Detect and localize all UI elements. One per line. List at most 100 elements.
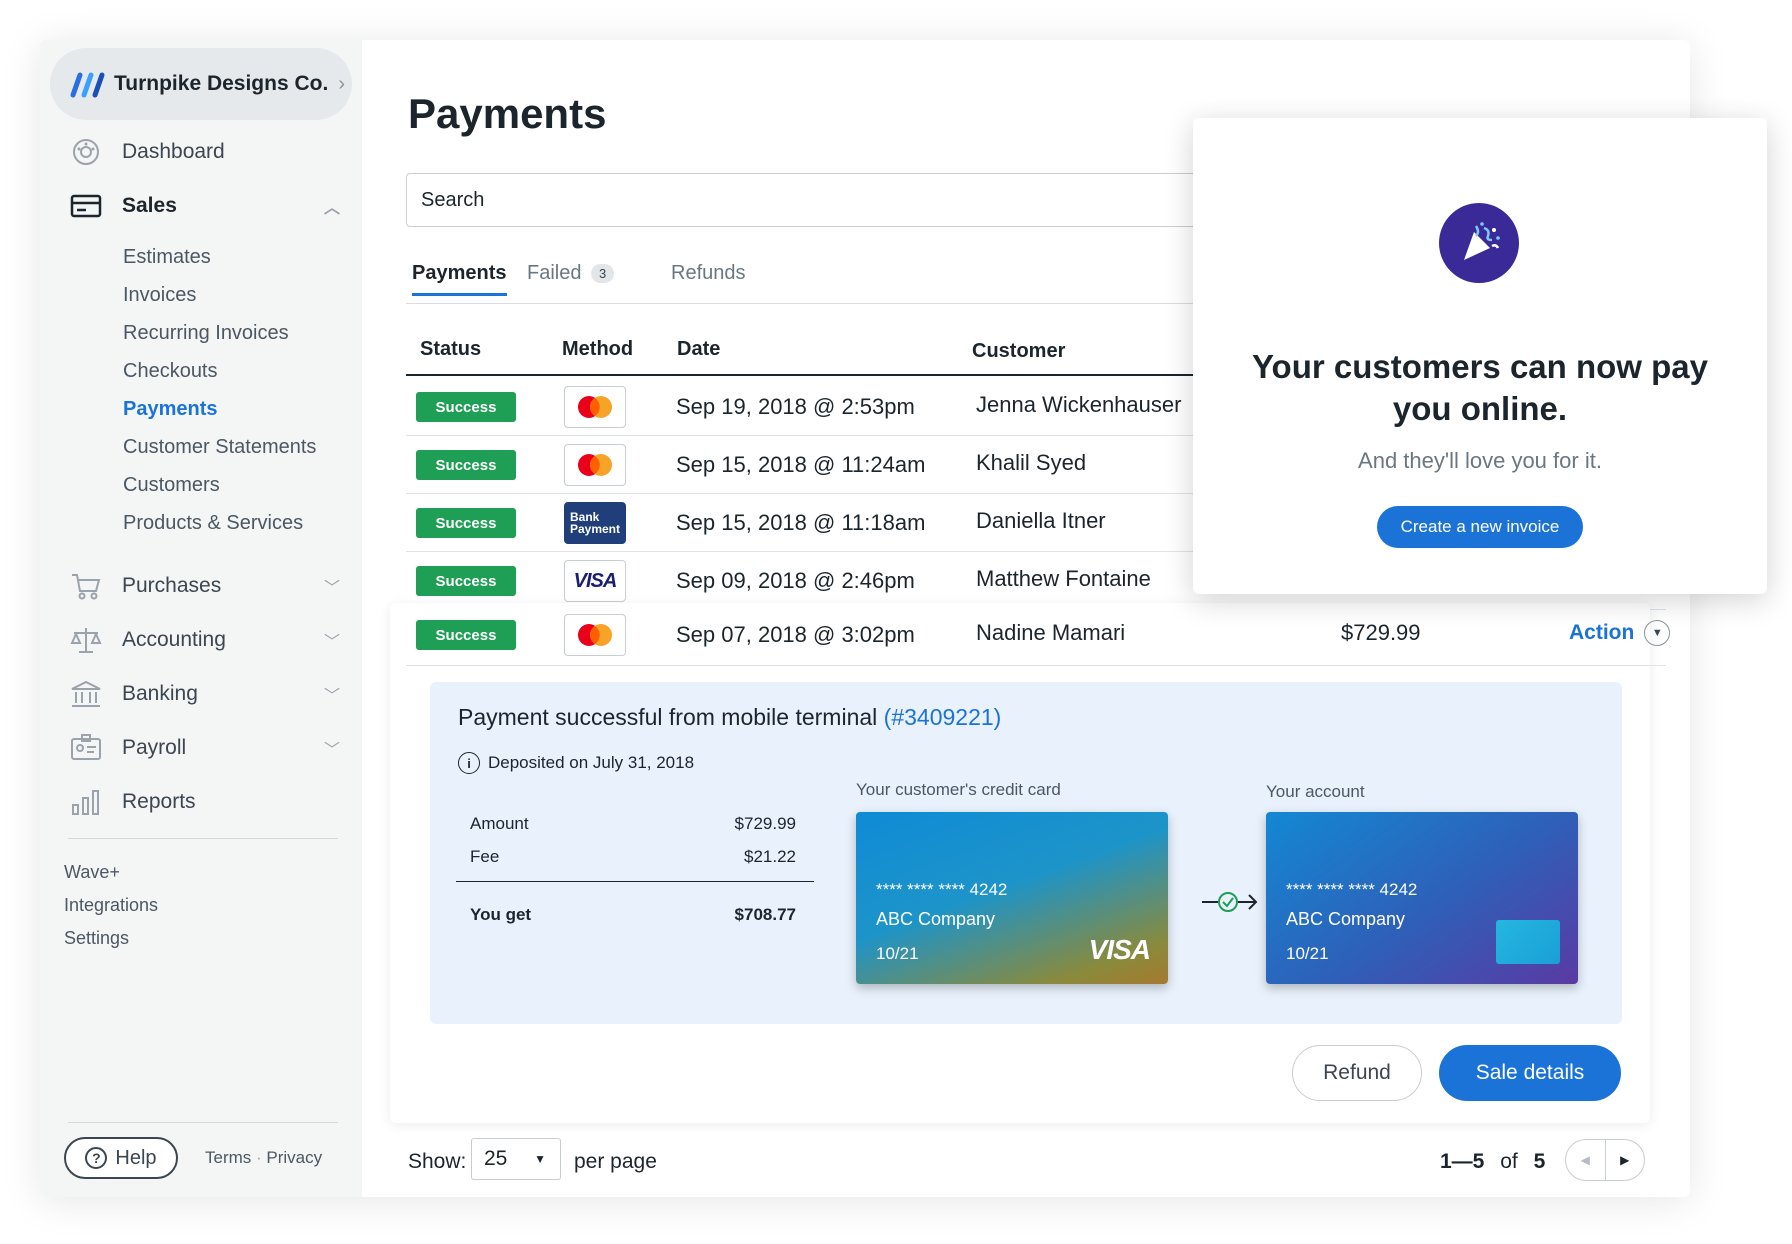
sidebar-divider	[68, 1122, 338, 1123]
payment-amount: $729.99	[1341, 620, 1421, 645]
card-number: **** **** **** 4242	[1286, 880, 1418, 899]
table-row-expanded[interactable]: Success Sep 07, 2018 @ 3:02pm Nadine Mam…	[406, 608, 1671, 666]
card-company: ABC Company	[1286, 909, 1406, 929]
visa-icon: VISA	[564, 560, 626, 602]
account-label: Your account	[1266, 782, 1365, 801]
payment-date: Sep 15, 2018 @ 11:18am	[676, 510, 926, 535]
card-number: **** **** **** 4242	[876, 880, 1008, 899]
tab-label: Failed	[527, 262, 582, 284]
sidebar-link-integrations[interactable]: Integrations	[64, 895, 158, 916]
range-value: 1—5	[1440, 1150, 1485, 1173]
chevron-right-icon: ›	[338, 72, 345, 95]
status-badge: Success	[416, 566, 516, 596]
question-icon: ?	[85, 1147, 108, 1169]
you-get-label: You get	[470, 904, 532, 924]
sidebar-sub-recurring-invoices[interactable]: Recurring Invoices	[123, 322, 289, 345]
deposited-info: i Deposited on July 31, 2018	[458, 752, 694, 774]
privacy-link[interactable]: Privacy	[266, 1148, 322, 1167]
chevron-down-icon: ﹀	[323, 688, 340, 705]
search-input[interactable]: Search	[406, 173, 1226, 227]
show-label: Show:	[408, 1150, 467, 1173]
fee-label: Fee	[470, 846, 500, 866]
action-dropdown[interactable]: Action ▼	[1569, 620, 1671, 646]
column-header-date: Date	[677, 338, 721, 360]
transaction-ref-link[interactable]: (#3409221)	[884, 704, 1002, 730]
card-chip-icon	[1496, 920, 1560, 964]
chevron-down-icon: ▼	[1644, 620, 1671, 646]
sidebar-sub-customer-statements[interactable]: Customer Statements	[123, 436, 316, 459]
wave-logo-icon	[70, 72, 105, 98]
business-name: Turnpike Designs Co.	[114, 72, 329, 95]
summary-total-row: You get $708.77	[456, 881, 814, 937]
status-badge: Success	[416, 508, 516, 538]
sidebar-item-sales[interactable]: Sales ︿	[70, 190, 340, 222]
sidebar-link-settings[interactable]: Settings	[64, 928, 129, 949]
next-page-button[interactable]: ▶	[1606, 1140, 1645, 1180]
customer-name: Daniella Itner	[976, 508, 1106, 533]
chevron-up-icon: ︿	[323, 200, 340, 217]
summary-row: Fee $21.22	[456, 840, 814, 873]
customer-card-label: Your customer's credit card	[856, 780, 1061, 799]
you-get-value: $708.77	[734, 904, 796, 924]
tab-bar: Payments Failed 3 Refunds	[406, 262, 1226, 304]
sidebar-item-reports[interactable]: Reports	[70, 786, 340, 818]
sidebar: Turnpike Designs Co. › Dashboard Sales ︿…	[40, 40, 362, 1197]
detail-title-text: Payment successful from mobile terminal	[458, 704, 878, 730]
sidebar-item-banking[interactable]: Banking ﹀	[70, 678, 340, 710]
card-company: ABC Company	[876, 909, 996, 929]
deposited-text: Deposited on July 31, 2018	[488, 753, 695, 772]
reports-icon	[70, 786, 102, 818]
amount-label: Amount	[470, 813, 529, 833]
sales-icon	[70, 190, 102, 222]
sidebar-item-payroll[interactable]: Payroll ﹀	[70, 732, 340, 764]
payment-detail-card: Payment successful from mobile terminal …	[430, 682, 1622, 1024]
sidebar-item-label: Payroll	[122, 736, 187, 759]
tab-failed[interactable]: Failed 3	[527, 262, 615, 285]
card-expiry: 10/21	[876, 944, 919, 963]
sidebar-item-label: Reports	[122, 790, 196, 813]
mastercard-icon	[564, 386, 626, 428]
business-switcher[interactable]: Turnpike Designs Co. ›	[50, 48, 352, 120]
customer-name: Khalil Syed	[976, 450, 1087, 475]
column-header-customer: Customer	[972, 340, 1066, 362]
tab-payments[interactable]: Payments	[412, 262, 507, 296]
caret-down-icon: ▼	[534, 1152, 546, 1166]
sale-details-button[interactable]: Sale details	[1439, 1045, 1621, 1101]
sidebar-link-wave-plus[interactable]: Wave+	[64, 862, 120, 883]
sidebar-sub-invoices[interactable]: Invoices	[123, 284, 196, 307]
sidebar-item-purchases[interactable]: Purchases ﹀	[70, 570, 340, 602]
sidebar-item-dashboard[interactable]: Dashboard	[70, 136, 340, 168]
sidebar-sub-payments[interactable]: Payments	[123, 398, 218, 421]
scale-icon	[70, 624, 102, 656]
separator: ·	[256, 1148, 267, 1167]
per-page-label: per page	[574, 1150, 657, 1173]
sidebar-sub-estimates[interactable]: Estimates	[123, 246, 211, 269]
refund-button[interactable]: Refund	[1292, 1045, 1422, 1101]
terms-link[interactable]: Terms	[205, 1148, 251, 1167]
visa-logo: VISA	[1088, 934, 1151, 965]
sidebar-sub-products-services[interactable]: Products & Services	[123, 512, 303, 535]
tab-refunds[interactable]: Refunds	[671, 262, 746, 285]
create-invoice-button[interactable]: Create a new invoice	[1377, 506, 1583, 548]
visa-label: VISA	[573, 569, 618, 592]
chevron-down-icon: ﹀	[323, 634, 340, 651]
mastercard-icon	[564, 614, 626, 656]
per-page-select[interactable]: 25 ▼	[471, 1138, 561, 1180]
help-label: Help	[115, 1146, 157, 1169]
popup-subtitle: And they'll love you for it.	[1358, 448, 1602, 473]
help-button[interactable]: ? Help	[64, 1137, 178, 1179]
pagination-controls: ◀ ▶	[1565, 1139, 1645, 1181]
prev-page-button[interactable]: ◀	[1566, 1140, 1606, 1180]
sidebar-item-label: Sales	[122, 194, 177, 217]
sidebar-sub-customers[interactable]: Customers	[123, 474, 220, 497]
popup-headline: Your customers can now pay you online.	[1251, 348, 1708, 427]
status-badge: Success	[416, 392, 516, 422]
fee-value: $21.22	[744, 846, 796, 866]
sidebar-sub-checkouts[interactable]: Checkouts	[123, 360, 218, 383]
cart-icon	[70, 570, 102, 602]
sidebar-item-accounting[interactable]: Accounting ﹀	[70, 624, 340, 656]
customer-credit-card: **** **** **** 4242 ABC Company 10/21 VI…	[856, 812, 1168, 984]
amount-value: $729.99	[734, 813, 796, 833]
legal-links: Terms · Privacy	[205, 1148, 322, 1168]
column-header-status: Status	[420, 338, 482, 360]
